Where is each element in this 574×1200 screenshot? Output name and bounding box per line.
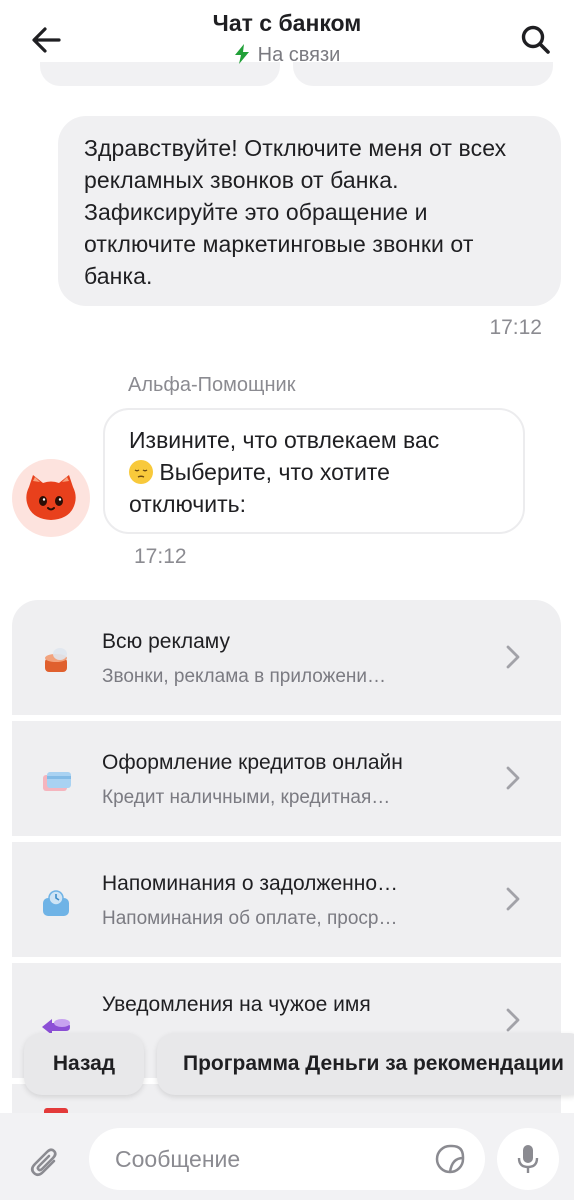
chevron-right-icon [506, 645, 520, 669]
connection-status: На связи [0, 44, 574, 67]
option-title: Уведомления на чужое имя [102, 993, 371, 1016]
search-icon [521, 25, 550, 54]
search-button[interactable] [514, 20, 558, 60]
paperclip-icon [30, 1148, 57, 1177]
sticker-button[interactable] [433, 1142, 467, 1176]
option-all-ads[interactable]: Всю рекламу Звонки, реклама в приложени… [12, 600, 561, 715]
chevron-right-icon [506, 887, 520, 911]
option-subtitle: Кредит наличными, кредитная… [102, 787, 391, 808]
option-debt-reminders[interactable]: Напоминания о задолженно… Напоминания об… [12, 842, 561, 957]
microphone-button[interactable] [497, 1128, 559, 1190]
quick-reply-label: Программа Деньги за рекомендации [183, 1052, 564, 1075]
credit-card-icon [43, 772, 71, 791]
status-text: На связи [257, 44, 341, 66]
option-subtitle: Напоминания об оплате, проср… [102, 908, 398, 929]
user-message-bubble: Здравствуйте! Отключите меня от всех рек… [58, 116, 561, 306]
bot-message-time: 17:12 [134, 545, 187, 568]
chevron-right-icon [506, 1008, 520, 1032]
message-input[interactable]: Сообщение [89, 1128, 485, 1190]
option-subtitle: Звонки, реклама в приложени… [102, 666, 386, 687]
cat-face-icon [26, 475, 76, 520]
option-title: Оформление кредитов онлайн [102, 751, 403, 774]
user-message-time: 17:12 [489, 316, 542, 339]
megaphone-icon [45, 648, 67, 672]
page-title: Чат с банком [212, 10, 362, 36]
bot-message-text: Извините, что отвлекаем вас [129, 427, 440, 453]
chat-header: Чат с банком На связи [0, 0, 574, 90]
option-title: Всю рекламу [102, 630, 230, 653]
bot-message-bubble: Извините, что отвлекаем вас Выберите, чт… [103, 408, 525, 534]
attach-button[interactable] [20, 1138, 70, 1188]
option-title: Напоминания о задолженно… [102, 872, 399, 895]
bot-message-text-continued: Выберите, что хотите отключить: [129, 459, 390, 517]
quick-reply-referral-program[interactable]: Программа Деньги за рекомендации [157, 1033, 574, 1095]
quick-reply-label: Назад [52, 1052, 116, 1075]
message-input-placeholder: Сообщение [115, 1146, 241, 1172]
bot-name: Альфа-Помощник [128, 374, 296, 396]
reminder-icon [43, 890, 69, 916]
lightning-icon [234, 44, 249, 64]
pensive-face-icon [129, 460, 153, 484]
chevron-right-icon [506, 766, 520, 790]
user-message-text: Здравствуйте! Отключите меня от всех рек… [84, 135, 507, 289]
option-online-credits[interactable]: Оформление кредитов онлайн Кредит наличн… [12, 721, 561, 836]
quick-reply-back[interactable]: Назад [24, 1033, 144, 1095]
message-input-bar: Сообщение [0, 1113, 574, 1200]
microphone-icon [517, 1145, 539, 1173]
sticker-icon [435, 1144, 465, 1174]
bot-avatar [12, 459, 90, 537]
